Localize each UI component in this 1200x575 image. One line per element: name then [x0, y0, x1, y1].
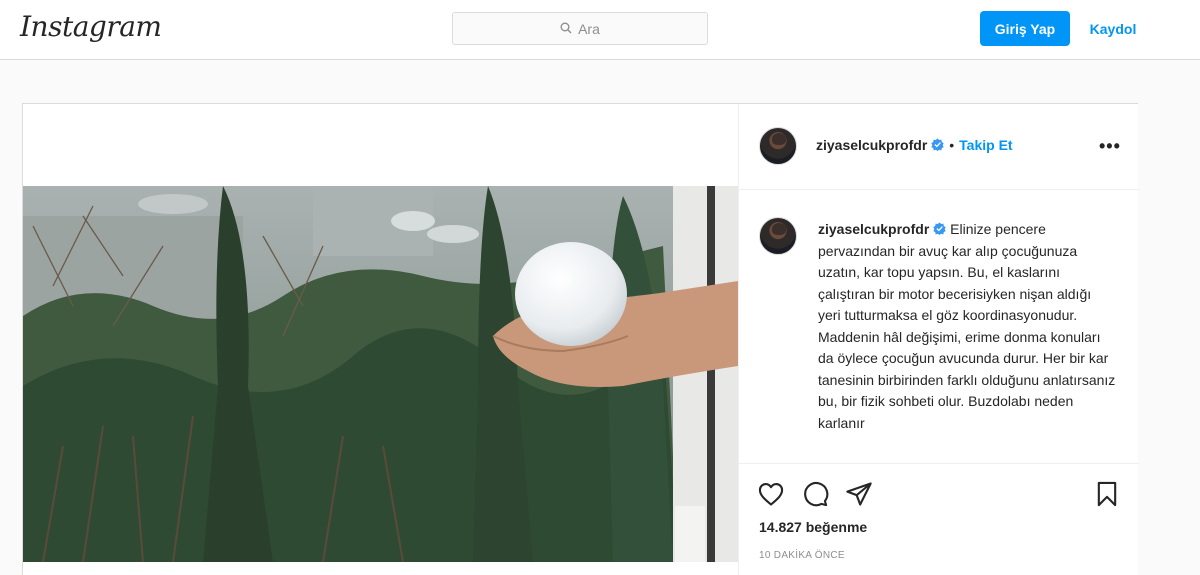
- caption-username[interactable]: ziyaselcukprofdr: [818, 221, 929, 237]
- post-actions: 14.827 beğenme 10 DAKİKA ÖNCE: [739, 463, 1139, 575]
- post-sidebar: ziyaselcukprofdr • Takip Et ••• ziyaselc…: [738, 104, 1139, 575]
- separator-dot: •: [949, 137, 955, 153]
- caption-body: Elinize pencere pervazından bir avuç kar…: [818, 221, 1116, 431]
- caption-verified-icon: [929, 221, 946, 237]
- post-card: ziyaselcukprofdr • Takip Et ••• ziyaselc…: [22, 103, 1139, 575]
- post-header: ziyaselcukprofdr • Takip Et •••: [739, 104, 1139, 190]
- caption-text: ziyaselcukprofdr Elinize pencere pervazı…: [818, 219, 1116, 434]
- share-icon[interactable]: [845, 480, 873, 508]
- likes-count[interactable]: 14.827 beğenme: [759, 519, 867, 535]
- search-icon: [560, 21, 572, 37]
- caption-avatar[interactable]: [759, 217, 797, 255]
- verified-badge-icon: [927, 137, 944, 153]
- caption-section: ziyaselcukprofdr Elinize pencere pervazı…: [739, 191, 1139, 463]
- more-options-icon[interactable]: •••: [1099, 137, 1121, 155]
- signup-link[interactable]: Kaydol: [1080, 11, 1146, 46]
- search-input[interactable]: Ara: [452, 12, 708, 45]
- avatar[interactable]: [759, 127, 797, 165]
- bookmark-icon[interactable]: [1093, 480, 1121, 508]
- username-link[interactable]: ziyaselcukprofdr: [816, 137, 927, 153]
- comment-icon[interactable]: [801, 480, 829, 508]
- like-heart-icon[interactable]: [757, 480, 785, 508]
- post-media: [23, 104, 738, 575]
- follow-button[interactable]: Takip Et: [959, 137, 1012, 153]
- post-header-user: ziyaselcukprofdr • Takip Et: [816, 137, 1013, 153]
- post-photo[interactable]: [23, 186, 738, 562]
- login-button[interactable]: Giriş Yap: [980, 11, 1070, 46]
- top-navbar: Instagram Ara Giriş Yap Kaydol: [0, 0, 1200, 60]
- instagram-logo[interactable]: Instagram: [20, 10, 162, 43]
- search-placeholder: Ara: [578, 20, 600, 37]
- post-timestamp[interactable]: 10 DAKİKA ÖNCE: [759, 550, 845, 561]
